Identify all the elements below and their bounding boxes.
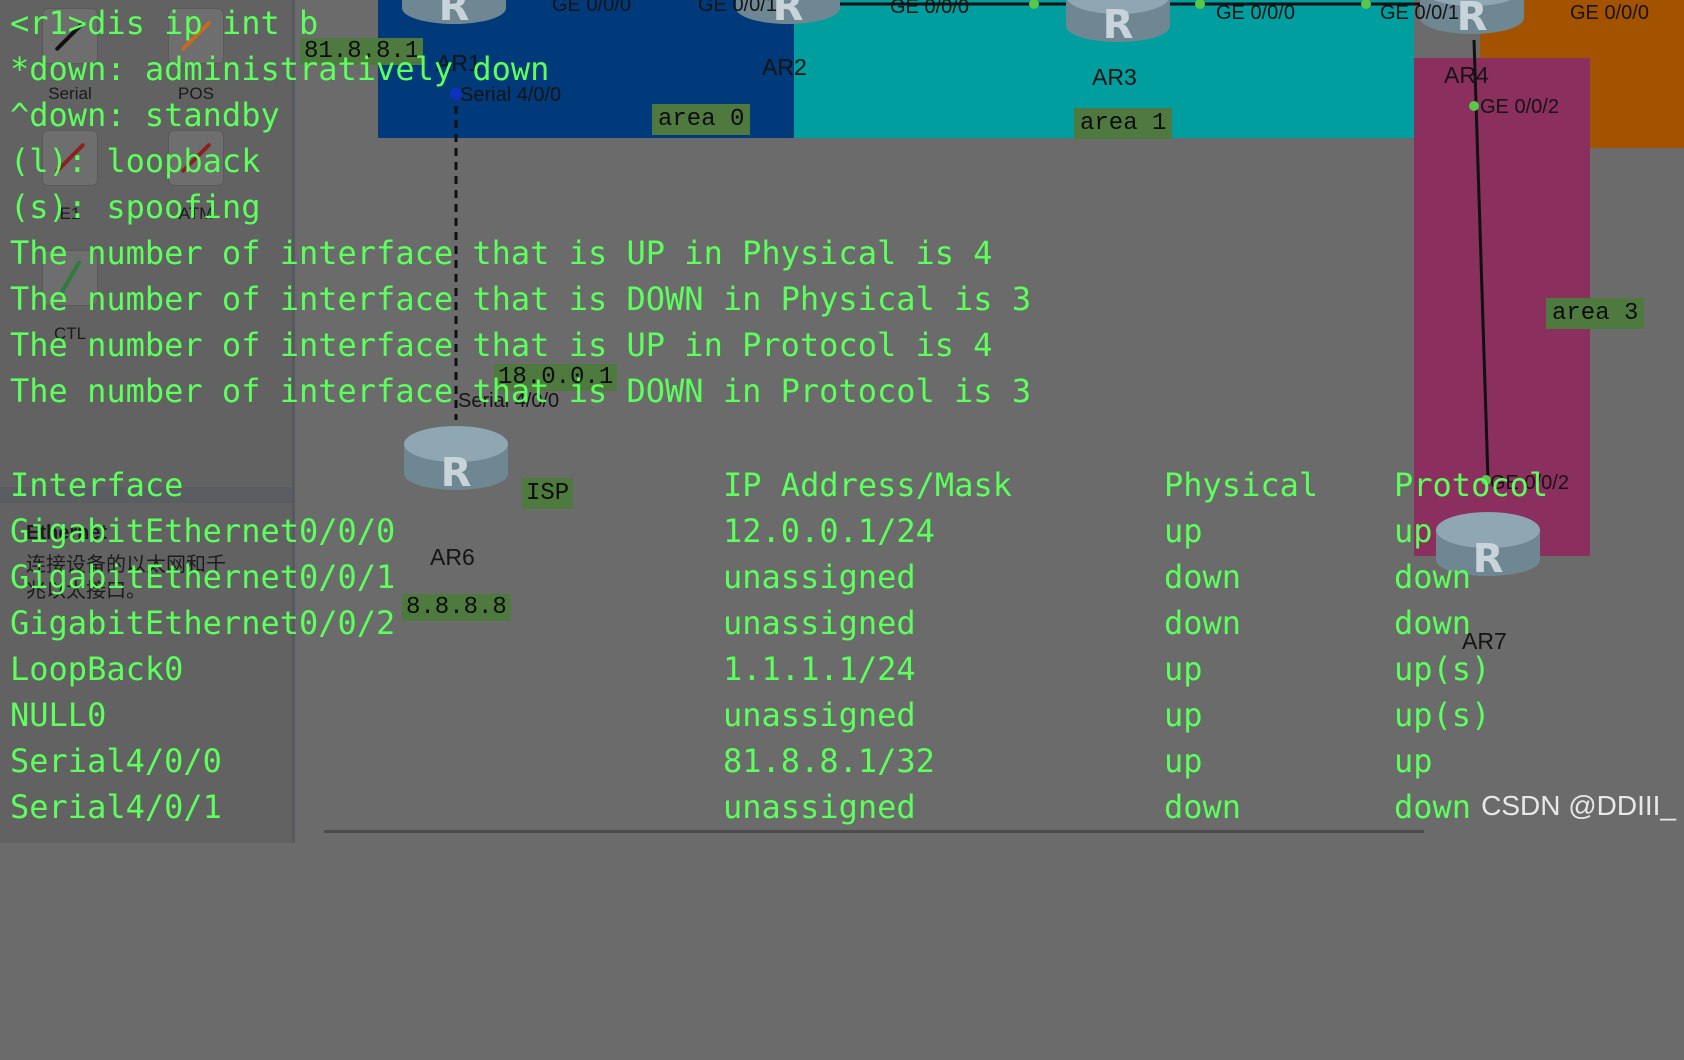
cell-interface: Serial4/0/0 (10, 742, 222, 780)
canvas-scrollbar[interactable] (324, 830, 1424, 833)
cell-physical: down (1164, 558, 1242, 596)
terminal-output: <r1>dis ip int b *down: administratively… (10, 0, 1670, 826)
cell-physical: down (1164, 604, 1242, 642)
cell-protocol: up(s) (1394, 696, 1491, 734)
header-physical: Physical (1164, 466, 1319, 504)
cell-ip: unassigned (723, 696, 916, 734)
cell-physical: up (1164, 696, 1203, 734)
cell-protocol: down (1394, 604, 1472, 642)
cell-physical: down (1164, 788, 1242, 826)
interface-table-header: Interface IP Address/Mask Physical Proto… (10, 462, 1670, 508)
table-row: LoopBack0 1.1.1.1/24 up up(s) (10, 646, 1670, 692)
cell-interface: NULL0 (10, 696, 107, 734)
legend-line: ^down: standby (10, 96, 280, 134)
legend-line: (s): spoofing (10, 188, 261, 226)
cell-interface: Serial4/0/1 (10, 788, 222, 826)
legend-line: (l): loopback (10, 142, 261, 180)
cell-interface: LoopBack0 (10, 650, 184, 688)
cell-protocol: up (1394, 512, 1433, 550)
header-interface: Interface (10, 466, 184, 504)
table-row: NULL0 unassigned up up(s) (10, 692, 1670, 738)
cell-interface: GigabitEthernet0/0/2 (10, 604, 396, 642)
cell-ip: unassigned (723, 604, 916, 642)
cell-ip: 12.0.0.1/24 (723, 512, 935, 550)
summary-line: The number of interface that is UP in Pr… (10, 326, 993, 364)
header-protocol: Protocol (1394, 466, 1549, 504)
summary-line: The number of interface that is DOWN in … (10, 280, 1032, 318)
summary-line: The number of interface that is UP in Ph… (10, 234, 993, 272)
table-row: GigabitEthernet0/0/2 unassigned down dow… (10, 600, 1670, 646)
terminal-prompt: <r1>dis ip int b (10, 4, 319, 42)
cell-protocol: down (1394, 788, 1472, 826)
table-row: GigabitEthernet0/0/0 12.0.0.1/24 up up (10, 508, 1670, 554)
cell-ip: unassigned (723, 788, 916, 826)
header-ip-address: IP Address/Mask (723, 466, 1012, 504)
summary-line: The number of interface that is DOWN in … (10, 372, 1032, 410)
cell-physical: up (1164, 512, 1203, 550)
cell-ip: 1.1.1.1/24 (723, 650, 916, 688)
table-row: Serial4/0/0 81.8.8.1/32 up up (10, 738, 1670, 784)
table-row: Serial4/0/1 unassigned down down (10, 784, 1670, 830)
cell-physical: up (1164, 650, 1203, 688)
table-row: GigabitEthernet0/0/1 unassigned down dow… (10, 554, 1670, 600)
cell-ip: unassigned (723, 558, 916, 596)
cell-interface: GigabitEthernet0/0/1 (10, 558, 396, 596)
cell-physical: up (1164, 742, 1203, 780)
cell-interface: GigabitEthernet0/0/0 (10, 512, 396, 550)
cell-protocol: up (1394, 742, 1433, 780)
csdn-watermark: CSDN @DDIII_ (1481, 790, 1676, 821)
cell-protocol: up(s) (1394, 650, 1491, 688)
cell-protocol: down (1394, 558, 1472, 596)
legend-line: *down: administratively down (10, 50, 550, 88)
cell-ip: 81.8.8.1/32 (723, 742, 935, 780)
